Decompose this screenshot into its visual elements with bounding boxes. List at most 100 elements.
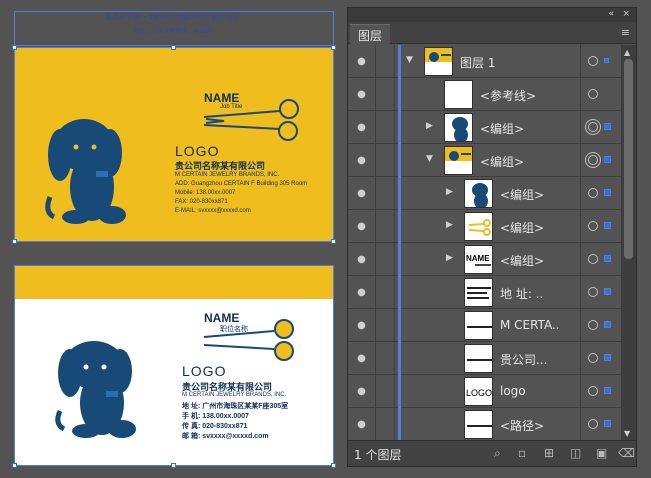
lock-toggle[interactable] [375,144,395,177]
layer-name[interactable]: <编组> [500,186,544,203]
selection-handle[interactable] [12,45,17,50]
layer-row[interactable]: ● ▶ <编组> [348,177,621,210]
selection-handle[interactable] [12,239,17,244]
target-icon[interactable] [588,56,598,66]
visibility-eye-icon[interactable]: ● [354,384,369,399]
target-icon[interactable] [588,254,598,264]
target-icon[interactable] [588,122,598,132]
search-icon[interactable]: ⌕ [494,446,501,461]
target-icon[interactable] [588,287,598,297]
tab-layers[interactable]: 图层 [350,24,391,44]
selection-handle[interactable] [12,463,17,468]
layer-name[interactable]: <编组> [480,120,524,137]
artboard-canvas[interactable]: 名片尺寸90~55mm 内缩2mm印刷安全区 专色、方正兰亭黑体、Andes N… [0,0,345,478]
visibility-eye-icon[interactable]: ● [354,153,369,168]
card-back-band[interactable] [14,265,334,299]
visibility-eye-icon[interactable]: ● [354,285,369,300]
expand-arrow-icon[interactable]: ▶ [446,253,453,263]
visibility-eye-icon[interactable]: ● [354,186,369,201]
selection-handle[interactable] [171,45,176,50]
selection-indicator[interactable] [604,156,611,163]
layer-row[interactable]: ● ▼ 图层 1 [348,45,621,78]
selection-indicator[interactable] [604,58,609,63]
visibility-eye-icon[interactable]: ● [354,318,369,333]
target-icon[interactable] [588,320,598,330]
layer-row[interactable]: ● ▶ <编组> [348,111,621,144]
layer-name[interactable]: logo [500,384,526,398]
lock-toggle[interactable] [375,111,395,144]
lock-toggle[interactable] [375,309,395,342]
new-sublayer-icon[interactable]: ⊞ [544,446,554,460]
visibility-eye-icon[interactable]: ● [354,120,369,135]
card-back[interactable]: NAME 职位名称 LOGO 贵公司名称某有限公司 M CERTAIN JEWE… [14,299,334,466]
layer-name[interactable]: <编组> [500,252,544,269]
layer-row[interactable]: ● 地 址: .. [348,276,621,309]
layer-row[interactable]: ● <参考线> [348,78,621,111]
visibility-eye-icon[interactable]: ● [354,351,369,366]
layer-row[interactable]: ● <路径> [348,408,621,441]
lock-toggle[interactable] [375,45,395,78]
collapse-arrow-icon[interactable]: ▼ [406,55,413,65]
layer-name[interactable]: 图层 1 [460,54,495,71]
layer-row[interactable]: ● ▶ <编组> [348,210,621,243]
selection-indicator[interactable] [604,255,611,262]
lock-toggle[interactable] [375,375,395,408]
visibility-eye-icon[interactable]: ● [354,54,369,69]
lock-toggle[interactable] [375,210,395,243]
layer-row[interactable]: ● ▼ <编组> [348,144,621,177]
target-icon[interactable] [588,221,598,231]
target-icon[interactable] [588,89,598,99]
expand-arrow-icon[interactable]: ▶ [446,220,453,230]
selection-indicator[interactable] [604,222,611,229]
layer-name[interactable]: 贵公司... [500,351,547,368]
scroll-thumb[interactable] [624,59,633,259]
selection-indicator[interactable] [604,288,611,295]
expand-arrow-icon[interactable]: ▶ [426,121,433,131]
selection-indicator[interactable] [604,123,611,130]
selection-handle[interactable] [331,463,336,468]
layer-row[interactable]: ● ▶ NAME <编组> [348,243,621,276]
selection-handle[interactable] [331,239,336,244]
selection-handle[interactable] [171,463,176,468]
target-icon[interactable] [588,188,598,198]
selection-indicator[interactable] [604,321,611,328]
scroll-up-icon[interactable]: ▲ [624,48,630,57]
lock-toggle[interactable] [375,243,395,276]
layer-name[interactable]: M CERTA.. [500,318,560,332]
collapse-icon[interactable]: « [608,9,614,19]
lock-toggle[interactable] [375,276,395,309]
target-icon[interactable] [588,386,598,396]
layer-row[interactable]: ● M CERTA.. [348,309,621,342]
layer-name[interactable]: <编组> [500,219,544,236]
lock-toggle[interactable] [375,342,395,375]
target-icon[interactable] [588,353,598,363]
visibility-eye-icon[interactable]: ● [354,252,369,267]
selection-handle[interactable] [331,45,336,50]
layer-name[interactable]: <参考线> [480,87,536,104]
panel-menu-icon[interactable]: ≡ [621,26,630,39]
layer-row[interactable]: ● LOGO logo [348,375,621,408]
visibility-eye-icon[interactable]: ● [354,87,369,102]
expand-arrow-icon[interactable]: ▶ [446,187,453,197]
visibility-eye-icon[interactable]: ● [354,219,369,234]
selection-indicator[interactable] [604,387,611,394]
lock-toggle[interactable] [375,78,395,111]
layer-name[interactable]: 地 址: .. [500,285,543,302]
layer-scrollbar[interactable]: ▲ ▼ [621,45,636,441]
selection-indicator[interactable] [604,189,611,196]
selection-indicator[interactable] [604,354,611,361]
layer-name[interactable]: <编组> [480,153,524,170]
selection-indicator[interactable] [604,420,611,427]
delete-icon[interactable]: ⌫ [618,446,635,460]
lock-toggle[interactable] [375,177,395,210]
clip-icon[interactable]: ◫ [570,446,581,460]
layer-name[interactable]: <路径> [500,417,544,434]
lock-toggle[interactable] [375,408,395,441]
target-icon[interactable] [588,155,598,165]
visibility-eye-icon[interactable]: ● [354,417,369,432]
scroll-down-icon[interactable]: ▼ [624,429,630,438]
locate-icon[interactable]: ▫ [518,446,526,460]
layer-row[interactable]: ● 贵公司... [348,342,621,375]
new-layer-icon[interactable]: ▣ [596,446,607,460]
card-front[interactable]: NAME Job Title LOGO 贵公司名称某有限公司 M CERTAIN… [14,47,334,242]
